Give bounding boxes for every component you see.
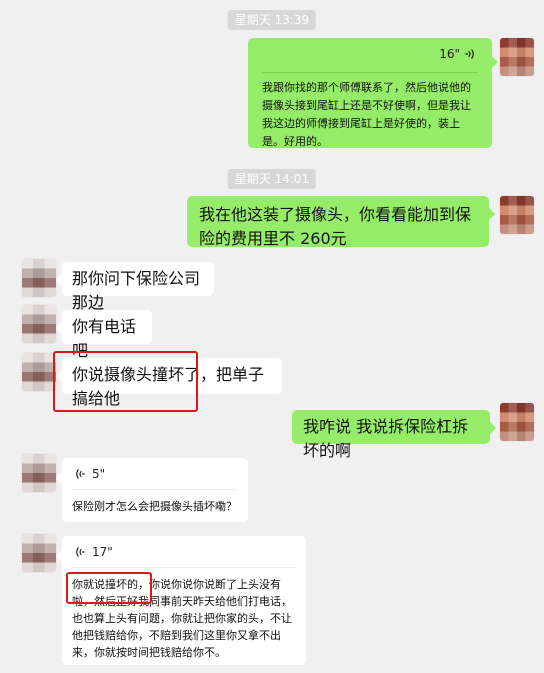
voice-transcript-left-7: 保险刚才怎么会把摄像头插坏嘞？ [72,500,237,513]
message-left-4[interactable]: 你有电话吧 [56,310,152,360]
voice-wave-icon [72,546,86,558]
avatar-right-3 [500,403,534,441]
avatar-right-1 [500,38,534,76]
message-left-3[interactable]: 那你问下保险公司那边 [56,262,214,312]
voice-message-right-1[interactable]: 16" 我跟你找的那个师傅联系了，然后他说他的摄像头接到尾缸上还是不好使啊，但是… [248,38,498,148]
voice-transcript-right-1: 我跟你找的那个师傅联系了，然后他说他的摄像头接到尾缸上还是不好使啊，但是我让我这… [262,81,471,148]
voice-duration-left-7: 5" [92,467,106,481]
timestamp-first: 星期天 13:39 [227,10,317,30]
chat-window: 星期天 13:39 16" 我跟你找的那个师傅联系了，然后他说他的摄像头接到尾缸… [0,0,544,673]
avatar-left-3 [22,353,56,391]
voice-transcript-left-8: 你就说撞坏的，你说你说你说断了上头没有啦，然后正好我同事前天昨天给他们打电话，也… [72,578,292,659]
avatar-left-1 [22,259,56,297]
avatar-left-5 [22,534,56,572]
voice-duration-left-8: 17" [92,545,113,559]
voice-message-left-7[interactable]: 5" 保险刚才怎么会把摄像头插坏嘞？ [56,458,248,522]
voice-header-right-1: 16" [262,47,478,61]
voice-wave-icon [464,48,478,60]
voice-message-left-8[interactable]: 17" 你就说撞坏的，你说你说你说断了上头没有啦，然后正好我同事前天昨天给他们打… [56,536,306,665]
voice-header-left-7: 5" [72,467,238,481]
voice-header-left-8: 17" [72,545,296,559]
timestamp-second: 星期天 14:01 [227,169,317,189]
message-right-2[interactable]: 我在他这装了摄像头，你看看能加到保险的费用里不 260元 [187,196,495,248]
message-left-5[interactable]: 你说摄像头撞坏了，把单子搞给他 [56,358,282,408]
avatar-left-2 [22,305,56,343]
voice-duration-right-1: 16" [439,47,460,61]
message-right-6[interactable]: 我咋说 我说拆保险杠拆坏的啊 [292,410,496,460]
voice-wave-icon [72,468,86,480]
avatar-left-4 [22,454,56,492]
avatar-right-2 [500,196,534,234]
